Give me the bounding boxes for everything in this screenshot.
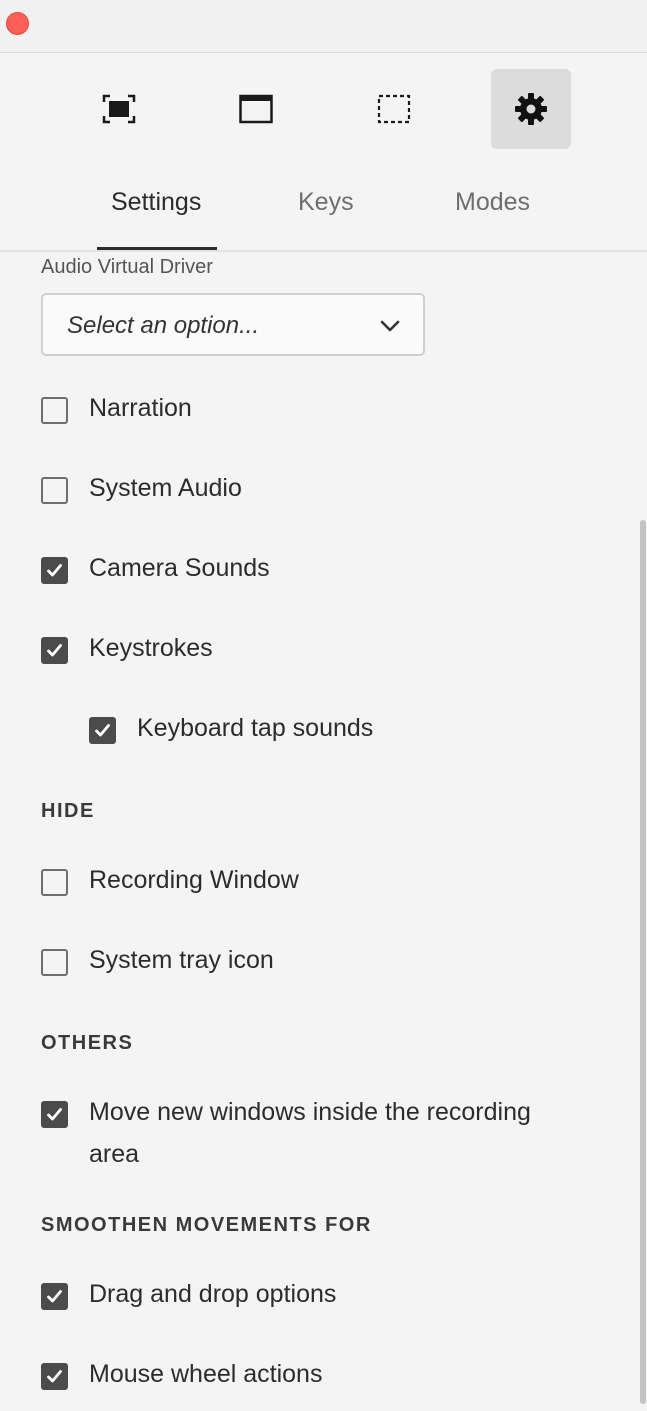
keyboard-tap-sounds-option[interactable]: Keyboard tap sounds (89, 714, 373, 749)
section-heading-hide: HIDE (41, 800, 95, 822)
audio-driver-select-value: Select an option... (67, 312, 260, 339)
system-audio-option[interactable]: System Audio (41, 474, 242, 509)
move-new-windows-checkbox[interactable] (41, 1101, 68, 1128)
gear-icon (515, 93, 547, 125)
keystrokes-option[interactable]: Keystrokes (41, 634, 213, 669)
recording-window-checkbox[interactable] (41, 869, 68, 896)
title-bar (0, 0, 647, 53)
fullscreen-capture-icon (102, 94, 136, 124)
fullscreen-capture-button[interactable] (79, 69, 159, 149)
keyboard-tap-sounds-label: Keyboard tap sounds (137, 714, 374, 742)
narration-checkbox[interactable] (41, 397, 68, 424)
mouse-wheel-checkbox[interactable] (41, 1363, 68, 1390)
keystrokes-checkbox[interactable] (41, 637, 68, 664)
move-new-windows-label: Move new windows inside the recording ar… (89, 1098, 531, 1168)
recording-window-option[interactable]: Recording Window (41, 866, 299, 901)
system-tray-icon-label: System tray icon (89, 946, 274, 974)
scrollbar-thumb[interactable] (640, 520, 646, 1404)
narration-option[interactable]: Narration (41, 394, 192, 429)
mouse-wheel-option[interactable]: Mouse wheel actions (41, 1360, 322, 1395)
region-capture-button[interactable] (354, 69, 434, 149)
drag-and-drop-option[interactable]: Drag and drop options (41, 1280, 336, 1315)
window-capture-button[interactable] (216, 69, 296, 149)
tab-selected-indicator (97, 247, 217, 250)
keyboard-tap-sounds-checkbox[interactable] (89, 717, 116, 744)
settings-button[interactable] (491, 69, 571, 149)
window-capture-icon (239, 94, 273, 124)
system-tray-icon-checkbox[interactable] (41, 949, 68, 976)
checkmark-icon (47, 564, 62, 577)
checkmark-icon (47, 1108, 62, 1121)
audio-driver-label: Audio Virtual Driver (41, 256, 213, 278)
drag-and-drop-label: Drag and drop options (89, 1280, 337, 1308)
section-heading-smoothen: SMOOTHEN MOVEMENTS FOR (41, 1214, 372, 1236)
move-new-windows-option[interactable]: Move new windows inside the recording ar… (41, 1098, 581, 1175)
checkmark-icon (47, 1370, 62, 1383)
checkmark-icon (95, 724, 110, 737)
system-audio-checkbox[interactable] (41, 477, 68, 504)
camera-sounds-checkbox[interactable] (41, 557, 68, 584)
system-audio-label: System Audio (89, 474, 242, 502)
region-capture-icon (377, 94, 411, 124)
tab-settings[interactable]: Settings (111, 188, 201, 217)
camera-sounds-option[interactable]: Camera Sounds (41, 554, 270, 589)
audio-driver-select[interactable]: Select an option... (41, 293, 425, 356)
tab-keys[interactable]: Keys (298, 188, 354, 217)
recording-window-label: Recording Window (89, 866, 299, 894)
system-tray-icon-option[interactable]: System tray icon (41, 946, 274, 981)
mouse-wheel-label: Mouse wheel actions (89, 1360, 323, 1388)
section-heading-others: OTHERS (41, 1032, 134, 1054)
narration-label: Narration (89, 394, 192, 422)
checkmark-icon (47, 1290, 62, 1303)
keystrokes-label: Keystrokes (89, 634, 213, 662)
chevron-down-icon (380, 320, 400, 332)
tab-modes[interactable]: Modes (455, 188, 530, 217)
close-window-button[interactable] (6, 12, 29, 35)
tab-bar: Settings Keys Modes (0, 180, 647, 252)
camera-sounds-label: Camera Sounds (89, 554, 270, 582)
checkmark-icon (47, 644, 62, 657)
drag-and-drop-checkbox[interactable] (41, 1283, 68, 1310)
